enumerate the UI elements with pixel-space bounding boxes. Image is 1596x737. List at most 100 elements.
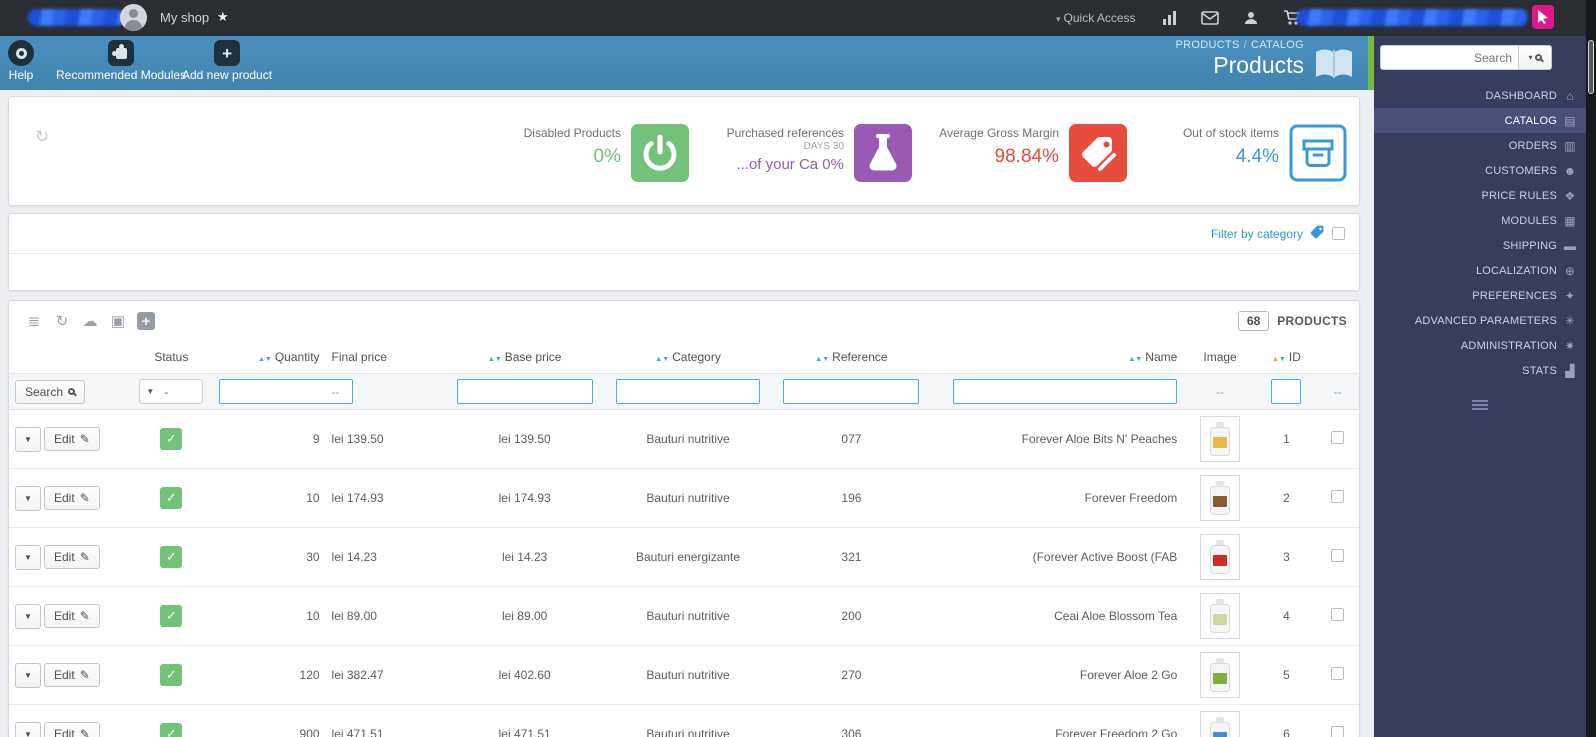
row-select-checkbox[interactable] — [1331, 667, 1345, 680]
export-icon[interactable]: ▣ — [105, 309, 131, 333]
refresh-kpi-icon[interactable]: ↻ — [35, 127, 49, 147]
col-quantity[interactable]: ▲▼ Quantity — [213, 341, 325, 374]
product-thumbnail[interactable] — [1200, 593, 1241, 639]
id-filter-input[interactable] — [1271, 379, 1302, 404]
search-input[interactable] — [1380, 45, 1518, 70]
row-dropdown-button[interactable]: ▼ — [15, 544, 41, 570]
add-new-product-button[interactable]: + Add new product — [182, 40, 272, 82]
sidebar-item[interactable]: CATALOG ▤ — [1374, 108, 1586, 133]
sidebar-item-icon: ▤ — [1564, 113, 1576, 128]
sidebar-item[interactable]: DASHBOARD ⌂ — [1374, 83, 1586, 108]
refresh-list-icon[interactable]: ↻ — [49, 309, 75, 333]
status-enabled-toggle[interactable]: ✓ — [160, 605, 183, 627]
product-thumbnail[interactable] — [1200, 475, 1241, 521]
edit-button[interactable]: Edit ✎ — [44, 722, 100, 737]
cell-reference: 306 — [774, 704, 929, 737]
shop-name-link[interactable]: My shop — [160, 10, 209, 25]
product-thumbnail[interactable] — [1200, 652, 1241, 698]
sql-layers-icon[interactable]: ≣ — [21, 309, 47, 333]
stats-trophy-icon[interactable] — [1158, 7, 1180, 29]
expand-filter-checkbox[interactable] — [1332, 227, 1345, 240]
help-button[interactable]: Help — [8, 40, 34, 82]
sidebar-item[interactable]: CUSTOMERS ☻ — [1374, 158, 1586, 183]
sidebar-item[interactable]: ADVANCED PARAMETERS ✳ — [1374, 308, 1586, 333]
sidebar-item-label: ADMINISTRATION — [1460, 339, 1557, 352]
cell-category: Bauturi nutritive — [601, 468, 775, 528]
filter-by-category-link[interactable]: Filter by category — [1211, 227, 1303, 241]
edit-button[interactable]: Edit ✎ — [44, 663, 100, 687]
breadcrumb-catalog[interactable]: CATALOG — [1251, 39, 1304, 51]
status-filter-select[interactable]: ▼ - — [139, 379, 204, 404]
cell-quantity: 900 — [213, 704, 326, 737]
favorite-star-icon[interactable]: ★ — [217, 9, 229, 25]
menu-collapse-icon[interactable] — [1472, 398, 1488, 412]
col-base-price[interactable]: ▲▼ Base price — [448, 341, 601, 374]
sort-icons[interactable]: ▲▼ — [488, 350, 502, 364]
sidebar-item[interactable]: ADMINISTRATION ✷ — [1374, 333, 1586, 358]
col-category[interactable]: ▲▼ Category — [601, 341, 775, 374]
col-id[interactable]: ▲▼ ID — [1257, 341, 1316, 374]
status-enabled-toggle[interactable]: ✓ — [160, 723, 183, 737]
product-thumbnail[interactable] — [1200, 534, 1241, 580]
sort-icons[interactable]: ▲▼ — [1128, 350, 1142, 364]
sort-icons[interactable]: ▲▼ — [655, 350, 669, 364]
main-content: ↻ Disabled Products 0% Purchased referen… — [0, 90, 1374, 737]
row-dropdown-button[interactable]: ▼ — [15, 721, 41, 737]
row-dropdown-button[interactable]: ▼ — [15, 603, 41, 629]
row-select-checkbox[interactable] — [1331, 726, 1345, 737]
recommended-modules-button[interactable]: Recommended Modules — [56, 40, 186, 82]
row-dropdown-button[interactable]: ▼ — [15, 426, 41, 452]
sidebar-item[interactable]: LOCALIZATION ⊕ — [1374, 258, 1586, 283]
sidebar-item-icon: ☻ — [1563, 163, 1577, 178]
breadcrumb-products[interactable]: PRODUCTS — [1175, 39, 1239, 51]
messages-envelope-icon[interactable] — [1199, 7, 1221, 29]
add-plus-icon[interactable]: + — [133, 309, 159, 333]
quick-access-menu[interactable]: ▾ Quick Access — [1056, 11, 1136, 25]
product-thumbnail[interactable] — [1200, 416, 1241, 462]
import-cloud-icon[interactable]: ☁ — [77, 309, 103, 333]
cell-base-price: lei 402.60 — [448, 645, 602, 705]
sidebar-item[interactable]: SHIPPING ▬ — [1374, 233, 1586, 258]
edit-button[interactable]: Edit ✎ — [44, 604, 100, 628]
row-dropdown-button[interactable]: ▼ — [15, 485, 41, 511]
row-select-checkbox[interactable] — [1331, 431, 1345, 444]
status-enabled-toggle[interactable]: ✓ — [160, 664, 183, 686]
sidebar-item[interactable]: PREFERENCES ✦ — [1374, 283, 1586, 308]
status-enabled-toggle[interactable]: ✓ — [160, 428, 183, 450]
status-enabled-toggle[interactable]: ✓ — [160, 546, 183, 568]
page-scrollbar[interactable] — [1586, 0, 1596, 737]
search-submit-button[interactable]: ▾ — [1518, 45, 1552, 70]
row-select-checkbox[interactable] — [1331, 549, 1345, 562]
cell-base-price: lei 174.93 — [448, 468, 602, 528]
status-enabled-toggle[interactable]: ✓ — [160, 487, 183, 509]
search-filter-button[interactable]: Search — [15, 379, 86, 404]
col-reference[interactable]: ▲▼ Reference — [775, 341, 928, 374]
name-filter-input[interactable] — [953, 379, 1178, 404]
sort-icons[interactable]: ▲▼ — [815, 350, 829, 364]
edit-button[interactable]: Edit ✎ — [44, 427, 100, 451]
sidebar-item[interactable]: STATS ▟ — [1374, 358, 1586, 383]
scrollbar-thumb[interactable] — [1588, 40, 1594, 94]
reference-filter-input[interactable] — [783, 379, 920, 404]
sort-icons[interactable]: ▲▼ — [1272, 350, 1286, 364]
edit-button[interactable]: Edit ✎ — [44, 545, 100, 569]
sort-icons[interactable]: ▲▼ — [258, 350, 272, 364]
base-price-filter-input[interactable] — [456, 379, 593, 404]
sidebar-item[interactable]: PRICE RULES ❖ — [1374, 183, 1586, 208]
row-select-checkbox[interactable] — [1331, 608, 1345, 621]
customers-person-icon[interactable] — [1240, 7, 1262, 29]
documentation-book-icon[interactable] — [1312, 44, 1356, 85]
edit-button[interactable]: Edit ✎ — [44, 486, 100, 510]
col-name[interactable]: ▲▼ Name — [928, 341, 1183, 374]
select-filter-dash: -- — [1333, 384, 1342, 399]
cell-category: Bauturi nutritive — [601, 586, 775, 646]
row-select-checkbox[interactable] — [1331, 490, 1345, 503]
sidebar-item[interactable]: MODULES ▦ — [1374, 208, 1586, 233]
row-dropdown-button[interactable]: ▼ — [15, 662, 41, 688]
cell-category: Bauturi nutritive — [601, 645, 775, 705]
check-icon: ✓ — [165, 726, 177, 737]
product-thumbnail[interactable] — [1200, 711, 1241, 737]
sidebar-item[interactable]: ORDERS ▥ — [1374, 133, 1586, 158]
sidebar-item-label: STATS — [1522, 364, 1557, 377]
category-filter-input[interactable] — [616, 379, 761, 404]
